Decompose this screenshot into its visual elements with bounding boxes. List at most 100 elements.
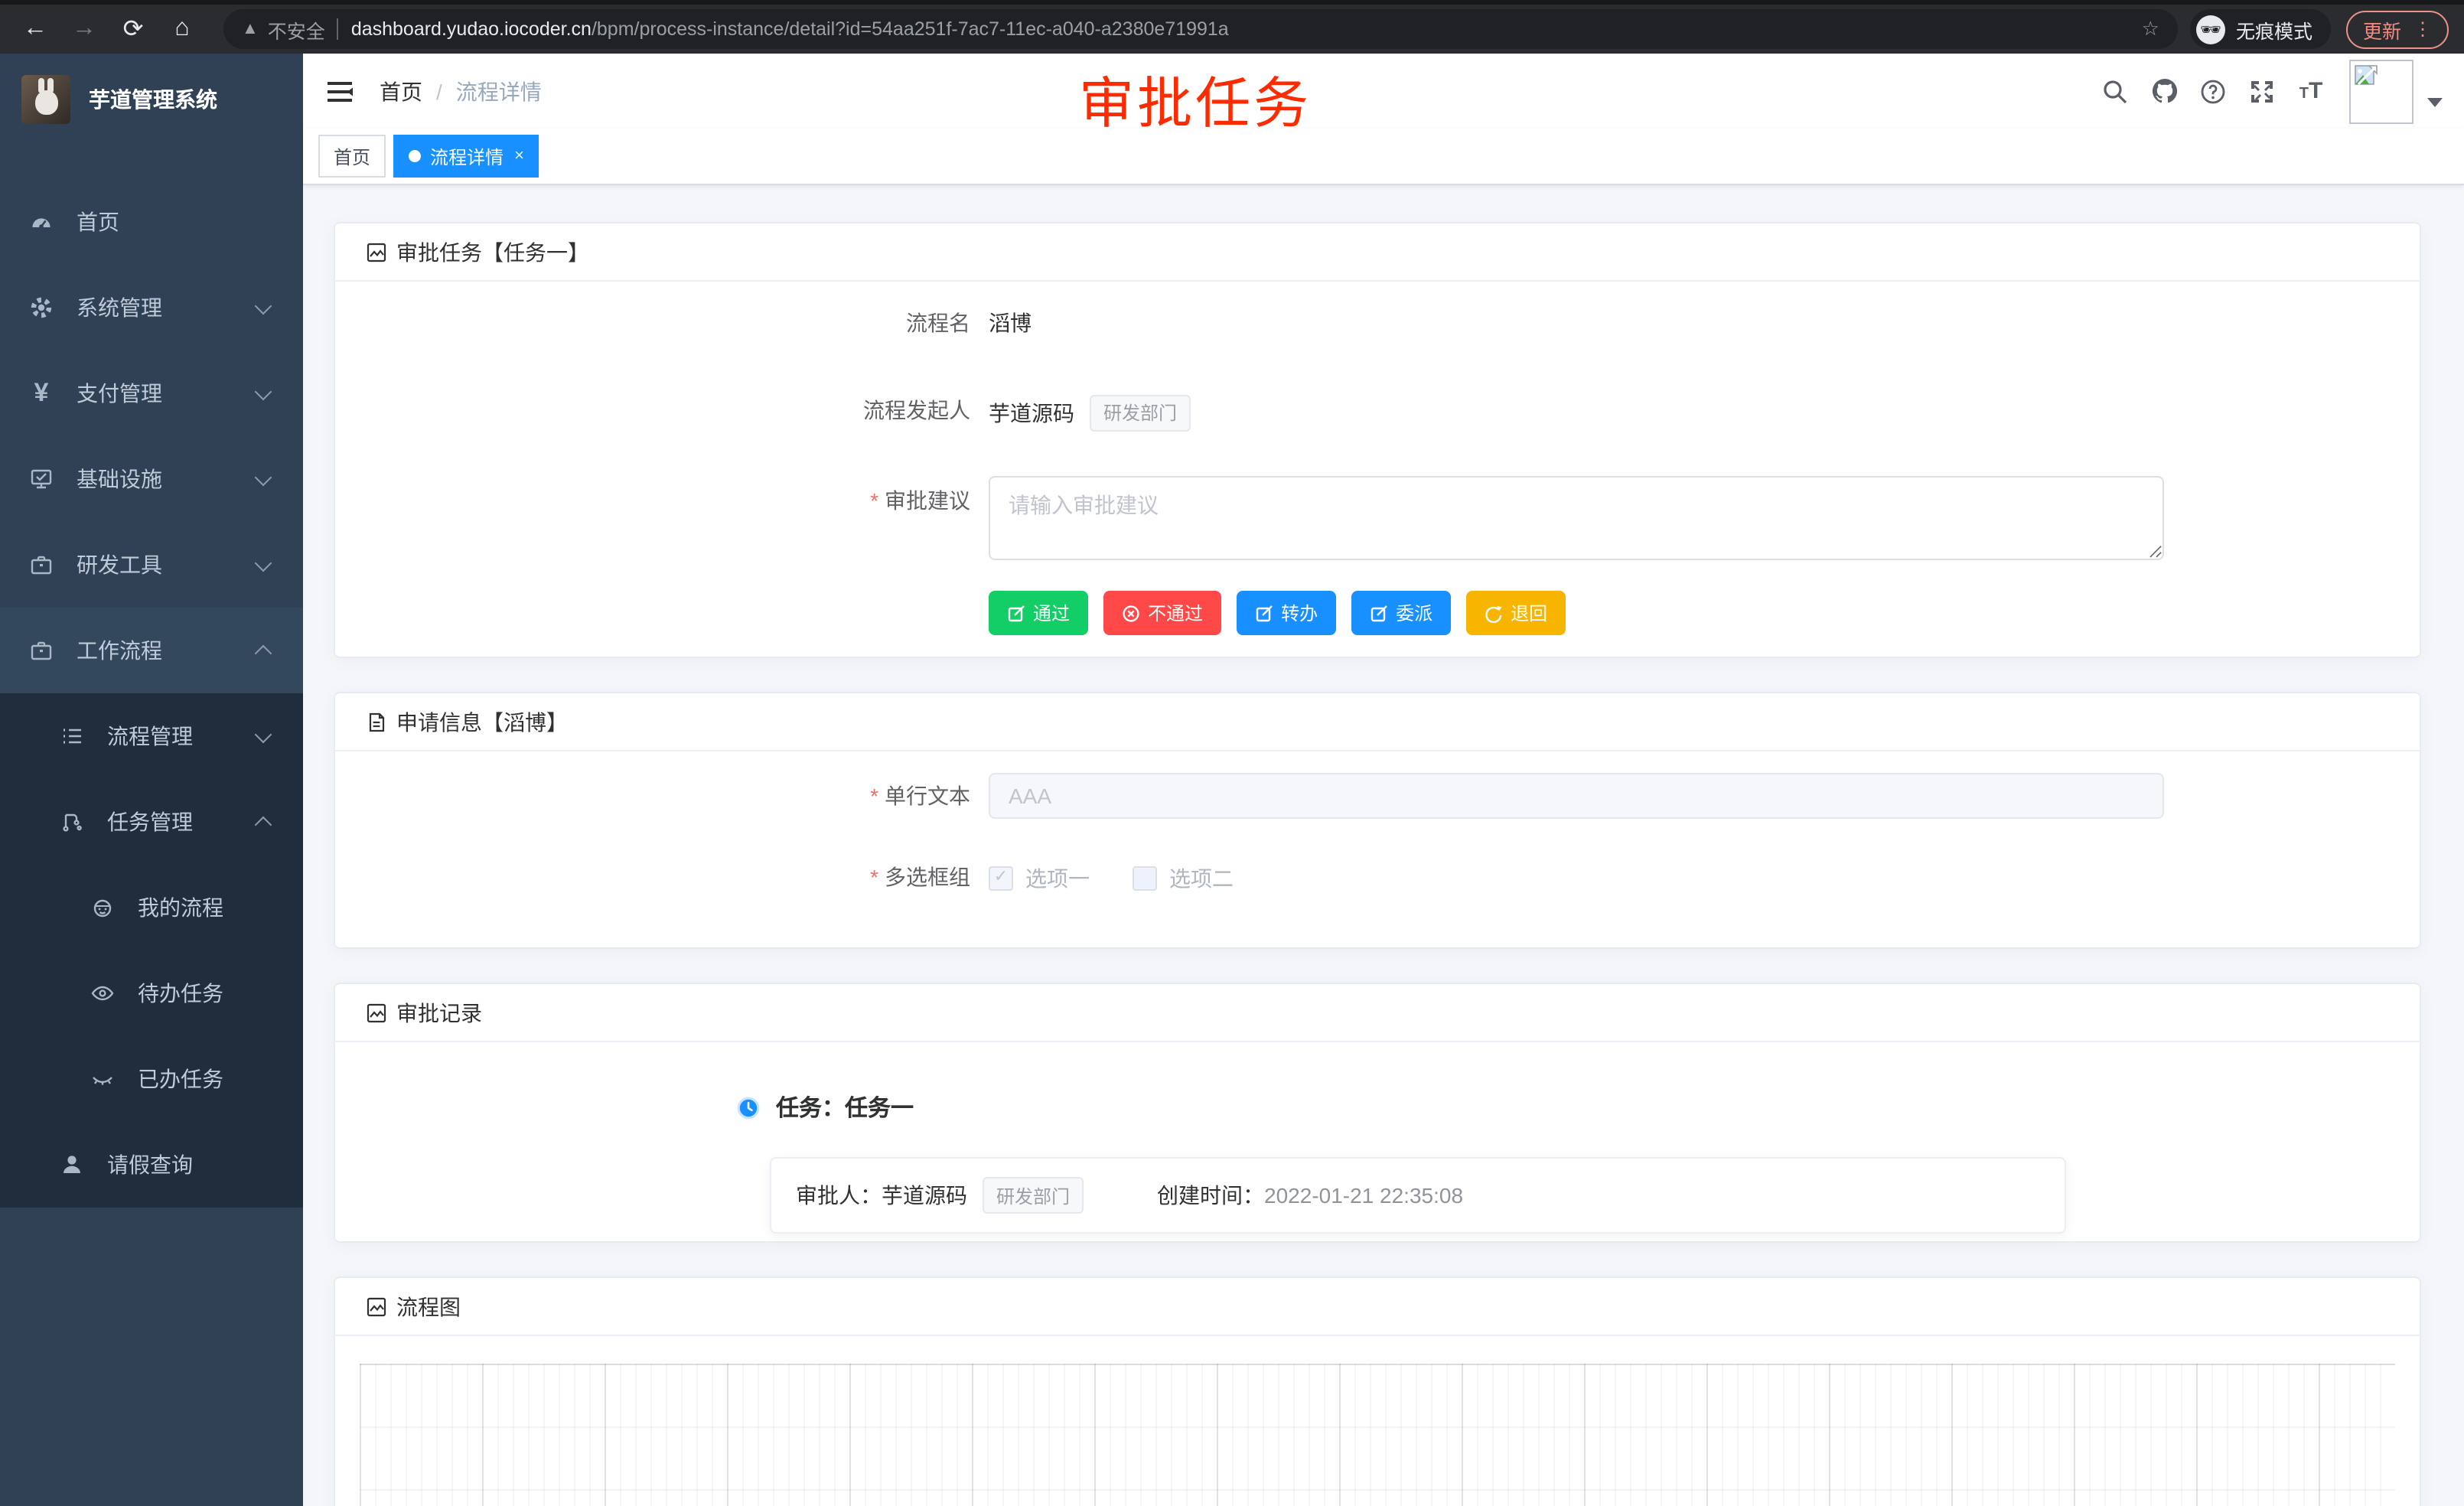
record-detail-card: 审批人： 芋道源码 研发部门 创建时间： 2022-01-21 22:35:08 — [770, 1157, 2066, 1234]
sidebar-item-home[interactable]: 首页 — [0, 179, 303, 265]
gear-icon — [28, 294, 55, 321]
approve-button[interactable]: 通过 — [989, 591, 1088, 635]
approval-record-card: 审批记录 任务：任务一 审批人： 芋道源码 研发部门 — [334, 983, 2421, 1243]
github-icon[interactable] — [2141, 68, 2187, 114]
sidebar-item-label: 系统管理 — [77, 292, 162, 323]
menu-dots-icon[interactable]: ⋮ — [2413, 20, 2432, 38]
approver-label: 审批人： — [796, 1180, 882, 1211]
reject-button[interactable]: 不通过 — [1103, 591, 1221, 635]
update-button[interactable]: 更新 ⋮ — [2346, 10, 2449, 48]
home-icon[interactable]: ⌂ — [162, 9, 202, 49]
hamburger-icon[interactable] — [324, 76, 355, 106]
breadcrumb-current: 流程详情 — [456, 76, 542, 106]
sidebar-item-process-mgmt[interactable]: 流程管理 — [0, 693, 303, 779]
single-line-text-input: AAA — [989, 773, 2164, 819]
close-icon[interactable]: × — [514, 147, 524, 165]
tab-label: 流程详情 — [430, 143, 504, 169]
button-label: 不通过 — [1148, 600, 1203, 626]
picture-icon — [366, 1296, 387, 1317]
approver-value: 芋道源码 — [882, 1180, 967, 1211]
list-icon — [58, 722, 86, 750]
back-icon[interactable]: ← — [15, 9, 55, 49]
chevron-up-icon — [255, 644, 272, 662]
suggestion-textarea[interactable] — [989, 476, 2164, 560]
sidebar-item-label: 基础设施 — [77, 464, 162, 494]
card-title: 审批任务【任务一】 — [396, 236, 589, 267]
sidebar-item-leave-query[interactable]: 请假查询 — [0, 1122, 303, 1208]
tab-home[interactable]: 首页 — [318, 135, 386, 178]
warning-icon: ▲ — [242, 20, 259, 38]
sidebar-item-devtools[interactable]: 研发工具 — [0, 522, 303, 608]
clock-icon — [736, 1095, 761, 1120]
sidebar-menu: 首页 系统管理 ¥ 支付管理 — [0, 145, 303, 1208]
search-icon[interactable] — [2092, 68, 2138, 114]
checkbox-option2 — [1133, 865, 1157, 890]
picture-icon — [366, 241, 387, 262]
annotation-text: 审批任务 — [1079, 60, 1312, 139]
transfer-button[interactable]: 转办 — [1237, 591, 1336, 635]
picture-icon — [366, 1002, 387, 1023]
sidebar-item-my-process[interactable]: 我的流程 — [0, 865, 303, 950]
field-label: 流程发起人 — [335, 395, 989, 427]
return-button[interactable]: 退回 — [1466, 591, 1566, 635]
checkbox-option1: ✓ — [989, 865, 1013, 890]
divider — [337, 18, 339, 40]
font-size-icon[interactable]: TT — [2288, 68, 2334, 114]
sidebar-item-label: 首页 — [77, 207, 119, 237]
sidebar-item-payment[interactable]: ¥ 支付管理 — [0, 350, 303, 436]
field-label: 多选框组 — [335, 862, 989, 894]
card-title: 申请信息【滔博】 — [396, 706, 568, 737]
dept-tag: 研发部门 — [983, 1177, 1084, 1214]
app-title: 芋道管理系统 — [89, 84, 217, 115]
sidebar-item-todo-tasks[interactable]: 待办任务 — [0, 950, 303, 1036]
card-header: 审批记录 — [335, 984, 2420, 1042]
bookmark-star-icon[interactable]: ☆ — [2130, 17, 2159, 41]
sidebar-item-label: 已办任务 — [138, 1064, 223, 1094]
sidebar-item-label: 请假查询 — [107, 1149, 193, 1180]
page-content: 审批任务【任务一】 流程名 滔博 流程发起人 芋道源码 研发部门 — [303, 185, 2464, 1506]
sidebar-item-done-tasks[interactable]: 已办任务 — [0, 1036, 303, 1122]
avatar-caret-icon[interactable] — [2427, 97, 2443, 106]
button-label: 通过 — [1033, 600, 1070, 626]
sidebar-item-task-mgmt[interactable]: 任务管理 — [0, 779, 303, 865]
breadcrumb-separator: / — [436, 79, 442, 103]
tree-icon — [58, 808, 86, 836]
sidebar-item-label: 支付管理 — [77, 378, 162, 409]
card-header: 流程图 — [335, 1278, 2420, 1336]
sidebar: 芋道管理系统 首页 系统管理 ¥ 支付管 — [0, 54, 303, 1506]
yen-icon: ¥ — [28, 380, 55, 407]
chevron-down-icon — [255, 468, 272, 486]
sidebar-item-workflow[interactable]: 工作流程 — [0, 608, 303, 693]
breadcrumb-home[interactable]: 首页 — [380, 76, 422, 106]
card-title: 流程图 — [396, 1291, 461, 1322]
help-icon[interactable] — [2190, 68, 2236, 114]
eye-closed-icon — [89, 1065, 116, 1093]
reload-icon[interactable]: ⟳ — [113, 9, 153, 49]
timeline: 任务：任务一 审批人： 芋道源码 研发部门 创建时间： 2022-01-21 2… — [335, 1042, 2420, 1279]
avatar[interactable] — [2349, 59, 2413, 123]
sidebar-item-label: 工作流程 — [77, 635, 162, 666]
button-label: 转办 — [1281, 600, 1318, 626]
sidebar-item-system[interactable]: 系统管理 — [0, 265, 303, 350]
tab-process-detail[interactable]: 流程详情 × — [393, 135, 539, 178]
incognito-icon: 🕶 — [2196, 15, 2225, 44]
created-value: 2022-01-21 22:35:08 — [1264, 1183, 1463, 1208]
fullscreen-icon[interactable] — [2239, 68, 2285, 114]
top-navbar: 首页 / 流程详情 审批任务 — [303, 54, 2464, 129]
bpmn-canvas[interactable] — [360, 1364, 2395, 1506]
toolbox-icon — [28, 551, 55, 579]
approval-task-card: 审批任务【任务一】 流程名 滔博 流程发起人 芋道源码 研发部门 — [334, 222, 2421, 658]
task-title: 任务：任务一 — [776, 1091, 914, 1123]
url-host: dashboard.yudao.iocoder.cn — [351, 18, 592, 40]
delegate-button[interactable]: 委派 — [1351, 591, 1451, 635]
logo-block[interactable]: 芋道管理系统 — [0, 54, 303, 145]
forward-icon[interactable]: → — [64, 9, 104, 49]
chevron-down-icon — [255, 725, 272, 743]
input-value: AAA — [1009, 784, 1051, 808]
address-bar[interactable]: ▲ 不安全 dashboard.yudao.iocoder.cn /bpm/pr… — [223, 9, 2178, 49]
chevron-down-icon — [255, 383, 272, 400]
sidebar-item-infra[interactable]: 基础设施 — [0, 436, 303, 522]
monitor-icon — [28, 465, 55, 493]
sidebar-item-label: 待办任务 — [138, 978, 223, 1009]
flow-diagram-card: 流程图 — [334, 1276, 2421, 1506]
